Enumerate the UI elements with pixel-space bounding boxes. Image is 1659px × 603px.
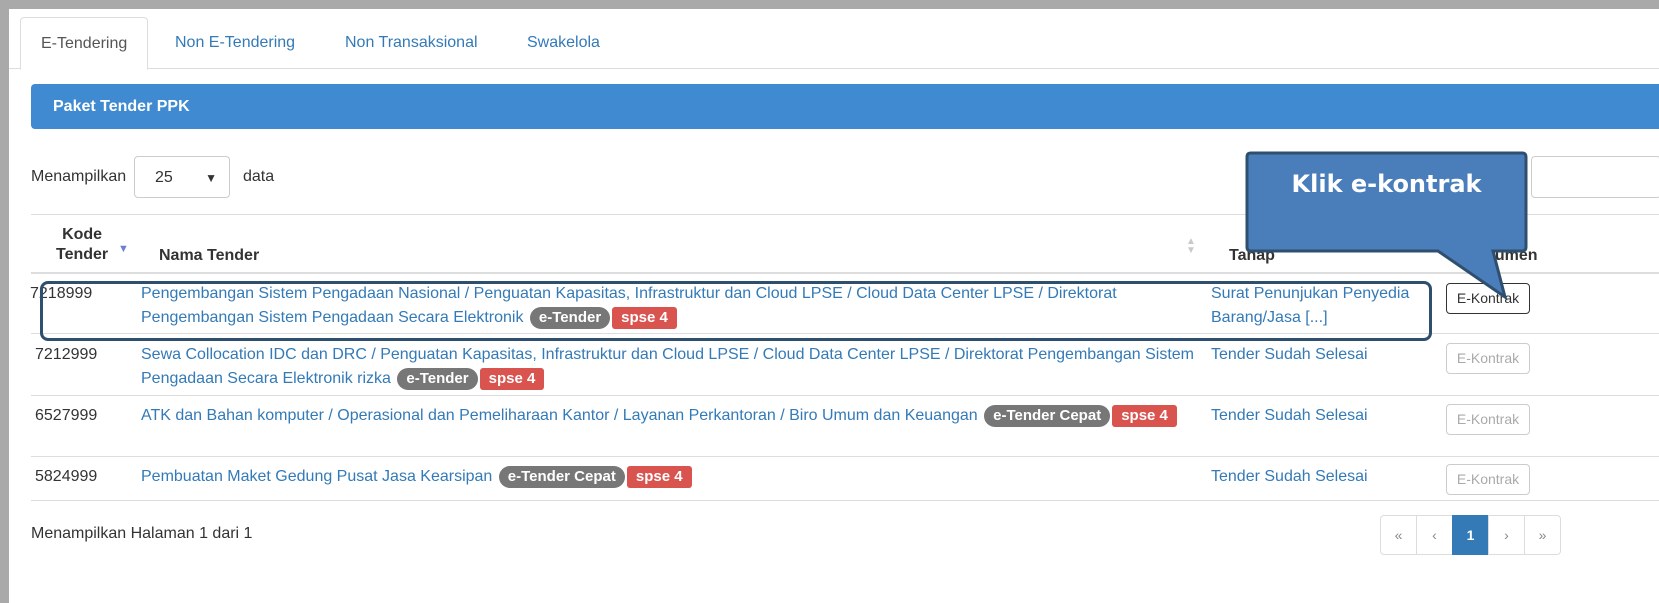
length-control: Menampilkan 25 ▼ data	[31, 156, 274, 198]
tender-name-text[interactable]: ATK dan Bahan komputer / Operasional dan…	[141, 407, 978, 424]
tahap-link[interactable]: Tender Sudah Selesai	[1211, 465, 1451, 489]
badge-spse: spse 4	[479, 367, 545, 390]
kode-tender: 5824999	[35, 468, 98, 485]
header-kode-tender[interactable]: Kode Tender	[56, 225, 108, 265]
table-row: 5824999 Pembuatan Maket Gedung Pusat Jas…	[31, 457, 1659, 501]
length-prefix: Menampilkan	[31, 168, 127, 185]
kode-tender: 7218999	[30, 285, 93, 302]
tender-name-link[interactable]: Pembuatan Maket Gedung Pusat Jasa Kearsi…	[141, 465, 1201, 489]
badge-spse: spse 4	[612, 306, 677, 329]
content-frame: E-Tendering Non E-Tendering Non Transaks…	[9, 9, 1659, 603]
tab-non-transaksional[interactable]: Non Transaksional	[325, 17, 498, 70]
tender-name-link[interactable]: Pengembangan Sistem Pengadaan Nasional /…	[141, 282, 1201, 330]
tahap-link[interactable]: Tender Sudah Selesai	[1211, 404, 1451, 428]
page-1-button[interactable]: 1	[1452, 515, 1489, 555]
last-page-button[interactable]: »	[1524, 515, 1561, 555]
badge-e-tender: e-Tender	[397, 367, 478, 390]
tab-e-tendering[interactable]: E-Tendering	[20, 17, 149, 70]
dropdown-arrow-icon: ▼	[205, 171, 217, 185]
badge-spse: spse 4	[626, 465, 692, 488]
length-suffix: data	[243, 168, 275, 185]
tab-swakelola[interactable]: Swakelola	[507, 17, 620, 70]
tab-bar: E-Tendering Non E-Tendering Non Transaks…	[9, 17, 1659, 70]
tahap-link[interactable]: Surat Penunjukan Penyedia Barang/Jasa [.…	[1211, 282, 1451, 330]
tender-name-link[interactable]: ATK dan Bahan komputer / Operasional dan…	[141, 404, 1201, 428]
e-kontrak-button[interactable]: E-Kontrak	[1446, 404, 1530, 435]
tender-name-text[interactable]: Sewa Collocation IDC dan DRC / Penguatan…	[141, 346, 1194, 387]
header-kode-line1: Kode	[62, 226, 103, 243]
header-tahap[interactable]: Tahap	[1229, 247, 1275, 265]
sort-icon[interactable]: ▲ ▼	[1186, 237, 1196, 256]
kode-tender: 6527999	[35, 407, 98, 424]
table-header: Kode Tender ▼ Nama Tender ▲ ▼ Tahap kumen	[31, 214, 1659, 274]
table-row: 7212999 Sewa Collocation IDC dan DRC / P…	[31, 335, 1659, 396]
e-kontrak-button[interactable]: E-Kontrak	[1446, 464, 1530, 495]
next-page-button[interactable]: ›	[1488, 515, 1525, 555]
tahap-link[interactable]: Tender Sudah Selesai	[1211, 343, 1451, 367]
sort-desc-icon[interactable]: ▼	[118, 243, 129, 255]
page-length-select[interactable]: 25 ▼	[134, 156, 230, 198]
callout-text: Klik e-kontrak	[1291, 170, 1482, 198]
header-dokumen[interactable]: kumen	[1486, 247, 1538, 265]
badge-e-tender: e-Tender	[529, 306, 611, 329]
header-kode-line2: Tender	[56, 246, 109, 263]
first-page-button[interactable]: «	[1380, 515, 1417, 555]
table-row: 6527999 ATK dan Bahan komputer / Operasi…	[31, 396, 1659, 457]
badge-e-tender-cepat: e-Tender Cepat	[498, 465, 625, 488]
page-length-value: 25	[155, 169, 173, 186]
table-info: Menampilkan Halaman 1 dari 1	[31, 525, 253, 542]
badge-spse: spse 4	[1112, 404, 1177, 427]
badge-e-tender-cepat: e-Tender Cepat	[984, 404, 1111, 427]
kode-tender: 7212999	[35, 346, 98, 363]
header-nama-tender[interactable]: Nama Tender	[159, 247, 259, 265]
tender-name-link[interactable]: Sewa Collocation IDC dan DRC / Penguatan…	[141, 343, 1201, 391]
table-row: 7218999 Pengembangan Sistem Pengadaan Na…	[30, 274, 1659, 334]
e-kontrak-button[interactable]: E-Kontrak	[1446, 283, 1530, 314]
e-kontrak-button[interactable]: E-Kontrak	[1446, 343, 1530, 374]
search-input[interactable]	[1531, 156, 1659, 198]
panel-title: Paket Tender PPK	[31, 84, 1659, 129]
prev-page-button[interactable]: ‹	[1416, 515, 1453, 555]
tender-name-text[interactable]: Pembuatan Maket Gedung Pusat Jasa Kearsi…	[141, 468, 492, 485]
tab-non-e-tendering[interactable]: Non E-Tendering	[155, 17, 315, 70]
